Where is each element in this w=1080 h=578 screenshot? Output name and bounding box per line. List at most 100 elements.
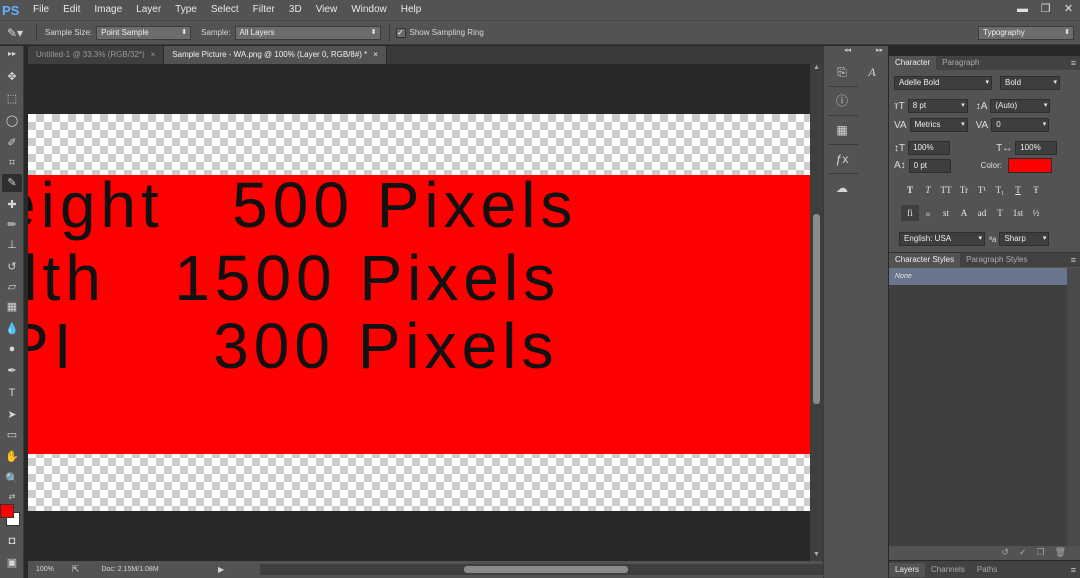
new-style-icon[interactable]: ❐: [1036, 547, 1044, 558]
minimize-button[interactable]: ▬: [1011, 0, 1034, 20]
kerning-select[interactable]: Metrics ▾: [909, 118, 968, 132]
menu-edit[interactable]: Edit: [56, 0, 87, 20]
text-color-swatch[interactable]: [1008, 158, 1053, 173]
zoom-level[interactable]: 100%: [36, 566, 54, 573]
font-style-select[interactable]: Bold ▾: [1000, 76, 1060, 90]
redefine-style-icon[interactable]: ✓: [1019, 547, 1027, 558]
menu-image[interactable]: Image: [87, 0, 129, 20]
creative-cloud-icon[interactable]: ☁: [830, 177, 854, 199]
tab-paths[interactable]: Paths: [971, 563, 1003, 577]
menu-layer[interactable]: Layer: [129, 0, 168, 20]
canvas-area[interactable]: eight 500 Pixels dth 1500 Pixels PI 300 …: [24, 64, 810, 561]
show-sampling-ring-checkbox[interactable]: ✓: [395, 27, 406, 38]
hand-tool-icon[interactable]: ✋: [2, 448, 22, 466]
old-style-button[interactable]: ℴ: [919, 205, 937, 221]
info-icon[interactable]: ⓘ: [830, 90, 854, 112]
underline-button[interactable]: T: [1009, 182, 1027, 198]
tab-paragraph[interactable]: Paragraph: [936, 56, 985, 70]
vertical-scroll-thumb[interactable]: [813, 214, 820, 404]
sample-size-select[interactable]: Point Sample ⬍: [96, 25, 192, 40]
leading-input[interactable]: (Auto) ▾: [990, 99, 1051, 113]
lasso-tool-icon[interactable]: ◯: [2, 112, 22, 130]
history-brush-tool-icon[interactable]: ↺: [2, 258, 22, 276]
superscript-button[interactable]: T¹: [973, 182, 991, 198]
move-tool-icon[interactable]: ✥: [2, 68, 22, 86]
titling-alternates-button[interactable]: ad: [973, 205, 991, 221]
red-text-layer[interactable]: eight 500 Pixels dth 1500 Pixels PI 300 …: [28, 175, 810, 454]
foreground-color-swatch[interactable]: [0, 504, 14, 518]
close-icon[interactable]: ×: [151, 50, 156, 59]
swash-button[interactable]: st: [937, 205, 955, 221]
list-item[interactable]: None: [889, 268, 1067, 285]
stylistic-alternates-button[interactable]: A: [955, 205, 973, 221]
status-menu-arrow-icon[interactable]: ▶: [218, 565, 224, 574]
menu-file[interactable]: File: [26, 0, 56, 20]
eyedropper-preset-icon[interactable]: ✎▾: [0, 26, 30, 40]
faux-italic-button[interactable]: T: [919, 182, 937, 198]
eraser-tool-icon[interactable]: ▱: [2, 278, 22, 296]
collapse-dock-icon[interactable]: ◂◂: [844, 46, 851, 54]
shape-tool-icon[interactable]: ▭: [2, 426, 22, 444]
menu-window[interactable]: Window: [344, 0, 394, 20]
menu-type[interactable]: Type: [168, 0, 204, 20]
sample-select[interactable]: All Layers ⬍: [234, 25, 381, 40]
vertical-scale-input[interactable]: 100%: [908, 141, 951, 155]
styles-fx-icon[interactable]: ƒx: [830, 148, 854, 170]
crop-tool-icon[interactable]: ⌗: [2, 154, 22, 172]
scroll-up-icon[interactable]: ▲: [810, 64, 823, 74]
menu-3d[interactable]: 3D: [282, 0, 309, 20]
subscript-button[interactable]: T₁: [991, 182, 1009, 198]
collapse-dock-icon-2[interactable]: ▸▸: [876, 46, 883, 54]
workspace-select[interactable]: Typography ⬍: [978, 26, 1074, 40]
ordinals-button[interactable]: 1st: [1009, 205, 1027, 221]
tab-sample-picture[interactable]: Sample Picture - WA.png @ 100% (Layer 0,…: [164, 46, 387, 64]
tracking-select[interactable]: 0 ▾: [991, 118, 1050, 132]
type-tool-icon[interactable]: T: [2, 384, 22, 402]
gradient-tool-icon[interactable]: ▦: [2, 298, 22, 316]
tab-channels[interactable]: Channels: [925, 563, 971, 577]
strikethrough-button[interactable]: Ŧ: [1027, 182, 1045, 198]
delete-icon[interactable]: 🗑: [1055, 547, 1066, 558]
panel-menu-icon[interactable]: ≡: [1071, 255, 1076, 265]
eyedropper-tool-icon[interactable]: ✎: [2, 174, 22, 192]
screen-mode-icon[interactable]: ▣: [2, 554, 22, 572]
clone-stamp-tool-icon[interactable]: ⊥: [2, 236, 22, 254]
baseline-shift-input[interactable]: 0 pt: [908, 158, 951, 173]
glyphs-icon[interactable]: A: [860, 61, 884, 83]
ligatures-button[interactable]: fi: [901, 205, 919, 221]
tab-untitled-1[interactable]: Untitled-1 @ 33.3% (RGB/32*) ×: [28, 46, 165, 64]
blur-tool-icon[interactable]: 💧: [2, 320, 22, 338]
faux-bold-button[interactable]: T: [901, 182, 919, 198]
close-button[interactable]: ✕: [1057, 0, 1080, 20]
tab-character-styles[interactable]: Character Styles: [889, 253, 961, 267]
font-family-select[interactable]: Adelle Bold ▾: [894, 76, 992, 90]
table-icon[interactable]: ▦: [830, 119, 854, 141]
marquee-tool-icon[interactable]: ⬚: [2, 90, 22, 108]
path-select-tool-icon[interactable]: ➤: [2, 406, 22, 424]
menu-help[interactable]: Help: [394, 0, 429, 20]
horizontal-scale-input[interactable]: 100%: [1015, 141, 1058, 155]
antialias-select[interactable]: Sharp ▾: [999, 232, 1050, 246]
healing-brush-tool-icon[interactable]: ✚: [2, 196, 22, 214]
pen-tool-icon[interactable]: ✒: [2, 362, 22, 380]
panel-menu-icon[interactable]: ≡: [1071, 565, 1076, 575]
tab-paragraph-styles[interactable]: Paragraph Styles: [960, 253, 1033, 267]
language-select[interactable]: English: USA ▾: [899, 232, 985, 246]
close-icon[interactable]: ×: [373, 50, 378, 59]
tab-character[interactable]: Character: [889, 56, 937, 70]
history-icon[interactable]: ⎘: [830, 61, 854, 83]
vertical-scrollbar[interactable]: ▲ ▼: [810, 64, 823, 561]
panel-menu-icon[interactable]: ≡: [1071, 58, 1076, 68]
quick-mask-icon[interactable]: ◘: [2, 532, 22, 550]
brush-tool-icon[interactable]: ✏: [2, 216, 22, 234]
menu-filter[interactable]: Filter: [246, 0, 282, 20]
zoom-tool-icon[interactable]: 🔍: [2, 470, 22, 488]
restore-button[interactable]: ❐: [1034, 0, 1057, 20]
small-caps-button[interactable]: Tr: [955, 182, 973, 198]
all-caps-button[interactable]: TT: [937, 182, 955, 198]
menu-view[interactable]: View: [309, 0, 345, 20]
font-size-input[interactable]: 8 pt ▾: [907, 99, 968, 113]
quick-select-tool-icon[interactable]: ✐: [2, 134, 22, 152]
styles-scrollbar[interactable]: [1067, 268, 1080, 546]
tab-layers[interactable]: Layers: [889, 562, 926, 577]
